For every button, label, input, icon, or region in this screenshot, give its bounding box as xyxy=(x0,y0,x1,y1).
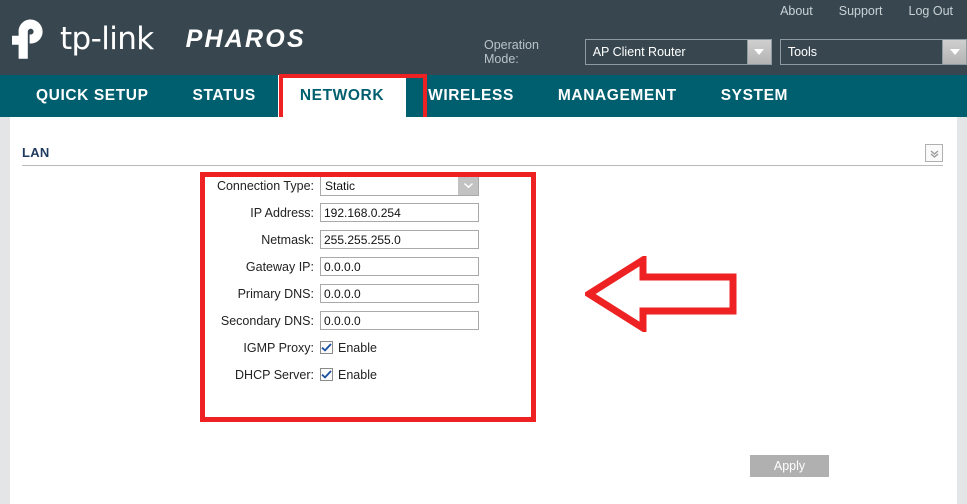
nav-item-network[interactable]: NETWORK xyxy=(278,75,406,117)
field-row-primary-dns: Primary DNS: xyxy=(10,280,957,307)
operation-mode-select[interactable]: AP Client Router xyxy=(585,39,772,65)
main-navigation-bar: QUICK SETUP STATUS NETWORK WIRELESS MANA… xyxy=(0,75,967,117)
top-header-bar: About Support Log Out tp-link PHAROS Ope… xyxy=(0,0,967,75)
operation-mode-row: Operation Mode: AP Client Router Tools xyxy=(484,38,967,66)
dhcp-server-label: DHCP Server: xyxy=(10,368,320,382)
chevron-down-icon[interactable] xyxy=(458,177,478,195)
dhcp-server-checkbox-group[interactable]: Enable xyxy=(320,368,377,382)
field-row-gateway-ip: Gateway IP: xyxy=(10,253,957,280)
apply-button[interactable]: Apply xyxy=(750,455,829,477)
tools-value: Tools xyxy=(781,45,817,59)
tp-link-logo-icon xyxy=(8,18,52,60)
brand-name: tp-link xyxy=(60,24,154,55)
igmp-proxy-checkbox-group[interactable]: Enable xyxy=(320,341,377,355)
primary-dns-label: Primary DNS: xyxy=(10,287,320,301)
lan-settings-form: Connection Type: Static IP Address: Netm… xyxy=(10,172,957,388)
nav-item-system[interactable]: SYSTEM xyxy=(699,75,810,117)
connection-type-select[interactable]: Static xyxy=(320,176,479,196)
gateway-ip-label: Gateway IP: xyxy=(10,260,320,274)
ip-address-label: IP Address: xyxy=(10,206,320,220)
content-area: LAN Connection Type: Static IP Address: … xyxy=(0,117,967,504)
secondary-dns-label: Secondary DNS: xyxy=(10,314,320,328)
operation-mode-value: AP Client Router xyxy=(586,45,686,59)
dhcp-server-checkbox[interactable] xyxy=(320,368,333,381)
primary-dns-input[interactable] xyxy=(320,284,479,303)
chevron-double-down-icon[interactable] xyxy=(925,144,943,162)
igmp-proxy-enable-label: Enable xyxy=(338,341,377,355)
chevron-down-icon[interactable] xyxy=(942,40,966,64)
lan-panel-header: LAN xyxy=(22,144,943,166)
field-row-connection-type: Connection Type: Static xyxy=(10,172,957,199)
igmp-proxy-checkbox[interactable] xyxy=(320,341,333,354)
secondary-dns-input[interactable] xyxy=(320,311,479,330)
dhcp-server-enable-label: Enable xyxy=(338,368,377,382)
field-row-dhcp-server: DHCP Server: Enable xyxy=(10,361,957,388)
field-row-ip-address: IP Address: xyxy=(10,199,957,226)
nav-item-quick-setup[interactable]: QUICK SETUP xyxy=(14,75,171,117)
logout-link[interactable]: Log Out xyxy=(909,4,953,18)
tools-select[interactable]: Tools xyxy=(780,39,967,65)
ip-address-input[interactable] xyxy=(320,203,479,222)
connection-type-label: Connection Type: xyxy=(10,179,320,193)
support-link[interactable]: Support xyxy=(839,4,883,18)
top-utility-links: About Support Log Out xyxy=(780,4,953,18)
nav-item-management[interactable]: MANAGEMENT xyxy=(536,75,699,117)
nav-item-status[interactable]: STATUS xyxy=(171,75,278,117)
igmp-proxy-label: IGMP Proxy: xyxy=(10,341,320,355)
netmask-label: Netmask: xyxy=(10,233,320,247)
field-row-secondary-dns: Secondary DNS: xyxy=(10,307,957,334)
gateway-ip-input[interactable] xyxy=(320,257,479,276)
connection-type-value: Static xyxy=(321,179,355,193)
operation-mode-label: Operation Mode: xyxy=(484,38,577,66)
nav-item-wireless[interactable]: WIRELESS xyxy=(406,75,536,117)
product-name: PHAROS xyxy=(186,27,306,52)
netmask-input[interactable] xyxy=(320,230,479,249)
about-link[interactable]: About xyxy=(780,4,813,18)
field-row-igmp-proxy: IGMP Proxy: Enable xyxy=(10,334,957,361)
chevron-down-icon[interactable] xyxy=(747,40,771,64)
page-title: LAN xyxy=(22,145,50,160)
brand-logo: tp-link PHAROS xyxy=(8,18,306,60)
field-row-netmask: Netmask: xyxy=(10,226,957,253)
